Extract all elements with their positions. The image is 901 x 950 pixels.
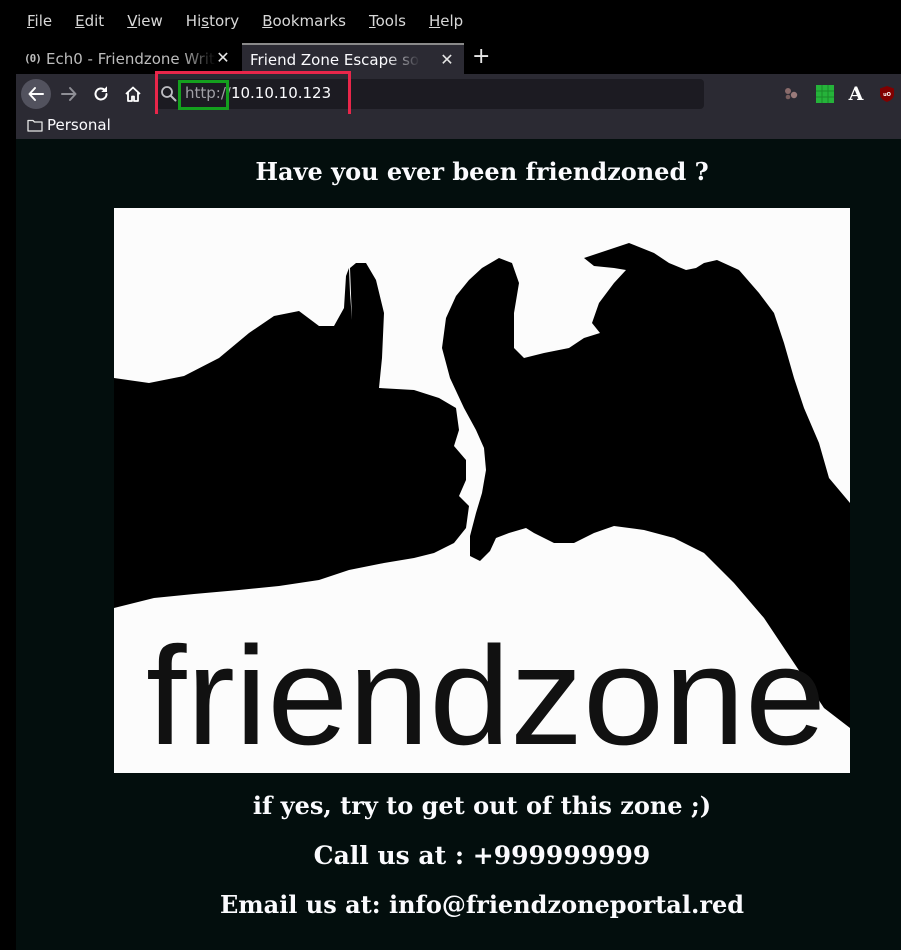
friendzone-question-text: if yes, try to get out of this zone ;) [252, 791, 712, 820]
close-tab-icon[interactable]: ✕ [214, 48, 232, 67]
font-extension-icon[interactable]: A [847, 83, 865, 105]
web-page-content: Have you ever been friendzoned ? friendz… [16, 139, 901, 950]
menu-edit[interactable]: Edit [75, 12, 104, 30]
tab-friend-zone-active[interactable]: Friend Zone Escape softw ✕ [242, 43, 464, 74]
reload-button[interactable] [86, 79, 116, 109]
bookmark-label: Personal [47, 116, 111, 134]
close-tab-icon[interactable]: ✕ [438, 50, 456, 69]
new-tab-plus-icon[interactable]: + [472, 45, 490, 69]
tab-bar: (0) Ech0 - Friendzone Writ ✕ Friend Zone… [16, 40, 901, 74]
ublock-origin-icon[interactable]: uO [878, 85, 896, 103]
folder-icon [27, 119, 43, 132]
forward-arrow-icon [61, 87, 77, 101]
tab-ech0-writeup[interactable]: (0) Ech0 - Friendzone Writ ✕ [16, 43, 240, 74]
page-title: Have you ever been friendzoned ? [255, 157, 709, 186]
menu-view[interactable]: View [127, 12, 163, 30]
grid-extension-icon[interactable] [816, 85, 834, 103]
thumbs-up-hand-silhouette [114, 263, 469, 608]
back-arrow-icon [28, 87, 44, 101]
forward-button[interactable] [54, 79, 84, 109]
green-highlight-box [178, 80, 229, 110]
home-button[interactable] [118, 79, 148, 109]
email-contact-text: Email us at: info@friendzoneportal.red [219, 890, 745, 919]
home-icon [125, 86, 141, 102]
friendzone-poster-image: friendzone [114, 208, 850, 773]
friendzone-logo-text: friendzone [146, 617, 826, 773]
ech0-favicon-icon: (0) [24, 52, 42, 65]
menu-bookmarks[interactable]: Bookmarks [262, 12, 346, 30]
menu-bar: File Edit View History Bookmarks Tools H… [16, 0, 901, 42]
window-edge [0, 0, 16, 950]
cookie-extension-icon[interactable] [782, 85, 800, 103]
menu-file[interactable]: File [27, 12, 52, 30]
tab-title: Ech0 - Friendzone Writ [46, 49, 215, 68]
navigation-toolbar: http://10.10.10.123 A uO [16, 71, 901, 123]
bookmark-folder-personal[interactable]: Personal [27, 116, 111, 134]
phone-contact-text: Call us at : +999999999 [313, 841, 651, 870]
bookmarks-toolbar: Personal [16, 114, 901, 139]
browser-window: File Edit View History Bookmarks Tools H… [16, 0, 901, 950]
tab-title: Friend Zone Escape softw [250, 50, 420, 69]
reload-icon [94, 86, 108, 101]
menu-tools[interactable]: Tools [369, 12, 406, 30]
svg-text:uO: uO [883, 92, 891, 98]
back-button[interactable] [21, 79, 51, 109]
menu-history[interactable]: History [186, 12, 239, 30]
menu-help[interactable]: Help [429, 12, 463, 30]
